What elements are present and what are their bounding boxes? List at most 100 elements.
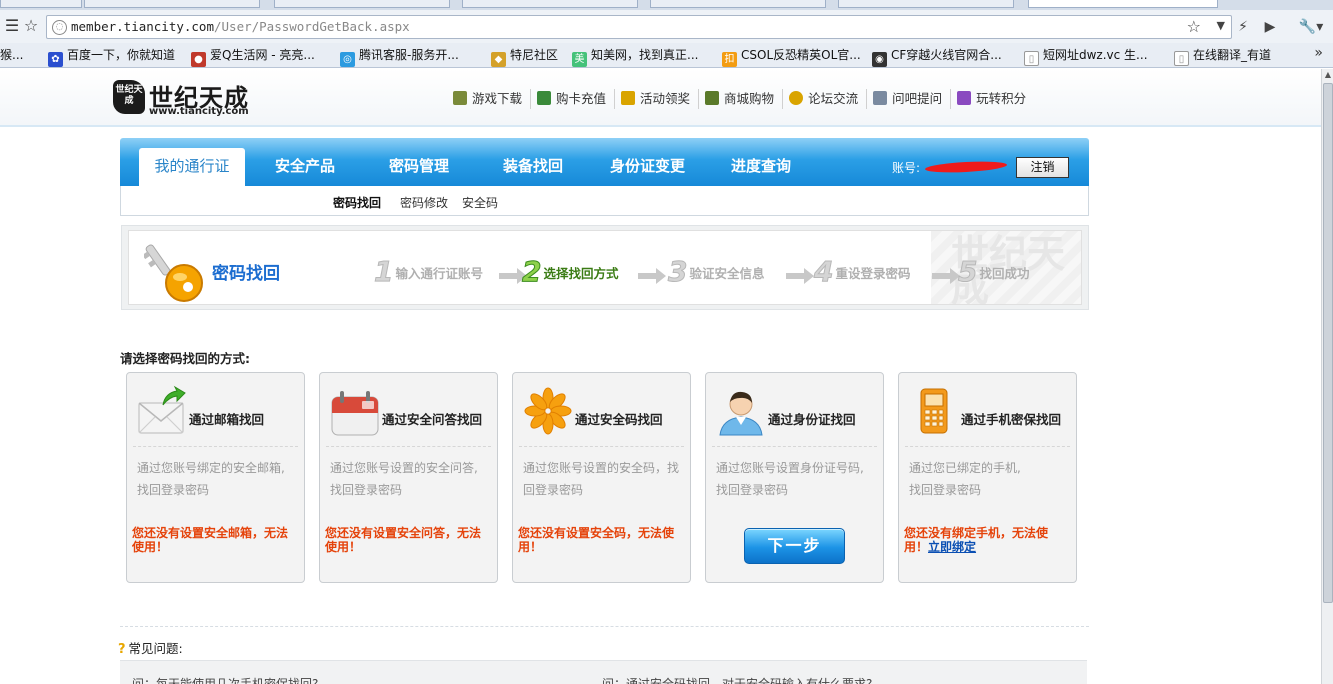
method-card-email: 通过邮箱找回 通过您账号绑定的安全邮箱, 找回登录密码 您还没有设置安全邮箱，无法… bbox=[126, 372, 305, 583]
asterisk-icon bbox=[524, 387, 572, 435]
site-top-nav: 游戏下载 购卡充值 活动领奖 商城购物 论坛交流 问吧提问 玩转积分 bbox=[449, 89, 1036, 109]
bookmark-item[interactable]: ▯ 短网址dwz.vc 生... bbox=[1024, 46, 1148, 66]
bookmarks-overflow-icon[interactable]: » bbox=[1314, 45, 1323, 61]
bookmark-item[interactable]: 美知美网，找到真正... bbox=[572, 46, 698, 67]
step-arrow-icon bbox=[786, 268, 814, 284]
bookmark-star-icon[interactable]: ☆ bbox=[21, 16, 41, 36]
faq-question[interactable]: 问：每天能使用几次手机密保找回? bbox=[132, 675, 318, 684]
browser-tab[interactable] bbox=[84, 0, 260, 8]
tab-password-management[interactable]: 密码管理 bbox=[389, 148, 449, 186]
step-2: 2 选择找回方式 bbox=[521, 255, 619, 288]
browser-tab-active[interactable] bbox=[1028, 0, 1218, 8]
key-icon bbox=[144, 244, 203, 302]
subnav-password-change[interactable]: 密码修改 bbox=[400, 194, 448, 211]
method-card-security-code: 通过安全码找回 通过您账号设置的安全码，找 回登录密码 您还没有设置安全码，无法使… bbox=[512, 372, 691, 583]
tab-security-products[interactable]: 安全产品 bbox=[275, 148, 335, 186]
section-divider bbox=[120, 626, 1089, 627]
choose-method-prompt: 请选择密码找回的方式: bbox=[120, 351, 250, 366]
subnav-security-code[interactable]: 安全码 bbox=[462, 194, 498, 211]
method-card-security-qa: 通过安全问答找回 通过您账号设置的安全问答, 找回登录密码 您还没有设置安全问答，… bbox=[319, 372, 498, 583]
lightning-icon[interactable]: ⚡ bbox=[1233, 17, 1253, 37]
bookmark-item[interactable]: ◎ 腾讯客服-服务开... bbox=[340, 46, 459, 67]
method-title: 通过身份证找回 bbox=[768, 412, 856, 427]
method-description: 通过您账号设置身份证号码, 找回登录密码 bbox=[716, 461, 864, 497]
bookmark-item[interactable]: ▯ 在线翻译_有道 bbox=[1174, 46, 1271, 66]
tab-equipment-recovery[interactable]: 装备找回 bbox=[503, 148, 563, 186]
favorite-star-icon[interactable]: ☆ bbox=[1187, 17, 1201, 36]
url-path: /User/PasswordGetBack.aspx bbox=[214, 19, 410, 34]
mail-icon bbox=[138, 385, 186, 434]
faq-heading: ? 常见问题: bbox=[118, 641, 183, 657]
logout-button[interactable]: 注销 bbox=[1016, 157, 1069, 178]
method-card-phone: 通过手机密保找回 通过您已绑定的手机, 找回登录密码 您还没有绑定手机，无法使用！… bbox=[898, 372, 1077, 583]
subnav-password-recovery[interactable]: 密码找回 bbox=[333, 194, 381, 211]
topnav-buy-card[interactable]: 购卡充值 bbox=[533, 89, 616, 109]
bookmark-favicon-icon: ◎ bbox=[340, 52, 355, 67]
phone-icon bbox=[920, 388, 948, 434]
next-step-button[interactable]: 下一步 bbox=[744, 528, 845, 564]
tab-progress-query[interactable]: 进度查询 bbox=[731, 148, 791, 186]
sub-nav: 密码找回 密码修改 安全码 bbox=[120, 186, 1089, 216]
browser-tab[interactable] bbox=[650, 0, 826, 8]
topnav-ask[interactable]: 问吧提问 bbox=[869, 89, 952, 109]
tab-id-change[interactable]: 身份证变更 bbox=[610, 148, 685, 186]
method-description: 通过您账号设置的安全码，找 回登录密码 bbox=[523, 461, 680, 497]
question-icon: ? bbox=[118, 642, 126, 657]
bookmark-favicon-icon: ● bbox=[191, 52, 206, 67]
step-3: 3 验证安全信息 bbox=[667, 255, 765, 288]
account-label: 账号: bbox=[892, 161, 921, 175]
bookmark-item[interactable]: 猴... bbox=[0, 46, 23, 64]
bookmark-favicon-icon: 美 bbox=[572, 52, 587, 67]
logo-seal-icon: 世纪天成 bbox=[113, 80, 145, 114]
step-4: 4 重设登录密码 bbox=[813, 255, 911, 288]
play-icon[interactable]: ▶ bbox=[1260, 17, 1280, 37]
topnav-forum[interactable]: 论坛交流 bbox=[785, 89, 868, 109]
url-dropdown-icon[interactable]: ▼ bbox=[1217, 19, 1225, 32]
recovery-steps: 世纪天成 密码找回 1 输入通行证账号 2 选择找回方式 3 验证安全信息 4 重设登录… bbox=[121, 225, 1089, 310]
browser-tab[interactable] bbox=[0, 0, 82, 8]
wrench-icon[interactable]: 🔧▾ bbox=[1296, 17, 1326, 37]
browser-tab[interactable] bbox=[274, 0, 450, 8]
step-5: 5 找回成功 bbox=[957, 255, 1030, 288]
address-bar-row: ☰ ☆ ◌ member.tiancity.com/User/PasswordG… bbox=[0, 10, 1333, 43]
browser-tab[interactable] bbox=[462, 0, 638, 8]
method-title: 通过安全码找回 bbox=[575, 412, 663, 427]
cube-icon bbox=[957, 91, 972, 105]
cart-icon bbox=[705, 91, 720, 105]
method-title: 通过邮箱找回 bbox=[189, 412, 265, 427]
scrollbar-thumb[interactable] bbox=[1323, 83, 1333, 603]
step-1: 1 输入通行证账号 bbox=[373, 255, 483, 288]
method-description: 通过您账号设置的安全问答, 找回登录密码 bbox=[330, 461, 478, 497]
topnav-game-download[interactable]: 游戏下载 bbox=[449, 89, 532, 109]
bookmark-favicon-icon: ◆ bbox=[491, 52, 506, 67]
method-title: 通过安全问答找回 bbox=[382, 412, 483, 427]
calendar-icon bbox=[331, 391, 379, 436]
page-scrollbar[interactable]: ▲ bbox=[1321, 69, 1333, 684]
url-input[interactable]: ◌ member.tiancity.com/User/PasswordGetBa… bbox=[46, 15, 1232, 39]
page-content: 世纪天成 世纪天成 www.tiancity.com 游戏下载 购卡充值 活动领奖商… bbox=[0, 69, 1321, 684]
tab-my-passport[interactable]: 我的通行证 bbox=[139, 148, 245, 186]
globe-icon: ◌ bbox=[52, 20, 67, 35]
paw-icon: ✿ bbox=[48, 52, 63, 67]
bookmarks-bar: 猴... ✿ 百度一下，你就知道 ● 爱Q生活网 - 亮亮... ◎ 腾讯客服-服务开… bbox=[0, 43, 1333, 68]
scroll-up-icon[interactable]: ▲ bbox=[1322, 69, 1333, 81]
bookmark-item[interactable]: ◆ 特尼社区 bbox=[491, 46, 558, 67]
topnav-events[interactable]: 活动领奖 bbox=[617, 89, 700, 109]
bookmark-favicon-icon: 扣 bbox=[722, 52, 737, 67]
browser-tab[interactable] bbox=[838, 0, 1014, 8]
topnav-mall[interactable]: 商城购物 bbox=[701, 89, 784, 109]
bind-phone-link[interactable]: 立即绑定 bbox=[928, 540, 976, 554]
main-nav: 我的通行证 安全产品 密码管理 装备找回 身份证变更 进度查询 账号: 注销 bbox=[120, 138, 1089, 186]
bookmark-item[interactable]: 扣 CSOL反恐精英OL官... bbox=[722, 46, 861, 67]
question-icon bbox=[873, 91, 888, 105]
method-warning: 您还没有设置安全问答，无法使用！ bbox=[325, 526, 482, 554]
bookmark-item[interactable]: ● 爱Q生活网 - 亮亮... bbox=[191, 46, 315, 67]
back-icon[interactable]: ☰ bbox=[2, 16, 22, 36]
bookmark-item[interactable]: ✿ 百度一下，你就知道 bbox=[48, 46, 175, 67]
topnav-points[interactable]: 玩转积分 bbox=[953, 89, 1034, 109]
url-host: member.tiancity.com bbox=[71, 19, 214, 34]
download-icon bbox=[453, 91, 467, 105]
bookmark-item[interactable]: ◉ CF穿越火线官网合... bbox=[872, 46, 1002, 67]
faq-question[interactable]: 问：通过安全码找回，对于安全码输入有什么要求? bbox=[602, 675, 872, 684]
method-card-id-card: 通过身份证找回 通过您账号设置身份证号码, 找回登录密码 下一步 bbox=[705, 372, 884, 583]
